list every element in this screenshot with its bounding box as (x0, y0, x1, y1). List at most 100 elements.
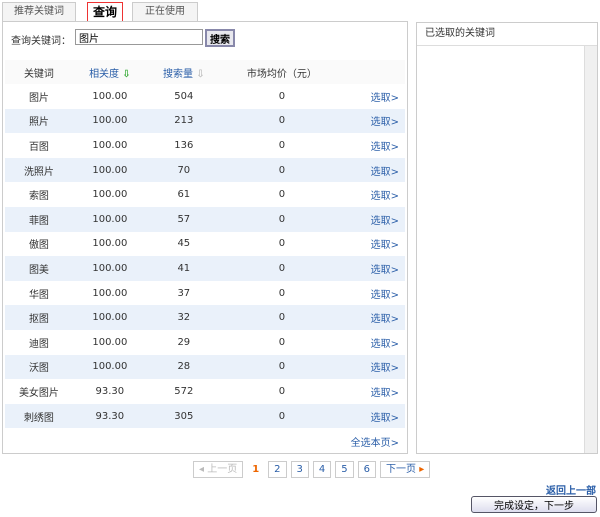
table-row: 图美 100.00 41 0 选取> (5, 256, 405, 281)
header-keyword: 关键词 (5, 60, 73, 84)
pagination: ◂ 上一页 1 2 3 4 5 6 下一页 ▸ (193, 461, 431, 478)
volume-cell: 61 (177, 189, 191, 201)
page-6[interactable]: 6 (357, 461, 377, 478)
pick-link[interactable]: 选取> (343, 232, 405, 257)
page-1: 1 (252, 464, 260, 475)
keyword-cell: 迪图 (28, 338, 49, 350)
volume-cell: 41 (146, 256, 221, 281)
pick-link[interactable]: 选取> (343, 157, 405, 183)
price-cell: 0 (278, 287, 286, 299)
keyword-cell: 抠图 (5, 305, 73, 330)
pick-link[interactable]: 选取> (343, 84, 405, 109)
pick-link[interactable]: 选取> (343, 330, 405, 355)
price-cell: 0 (278, 189, 286, 201)
tab-recommended-keywords[interactable]: 推荐关键词 (2, 2, 76, 21)
header-relevance[interactable]: 相关度 ⇩ (72, 60, 147, 84)
keyword-table: 关键词 相关度 ⇩ 搜索量 ⇩ 市场均价（元） 图片 100.00 504 0 选取> 照… (5, 60, 405, 429)
volume-cell: 57 (146, 206, 221, 232)
table-row: 傲图 100.00 45 0 选取> (5, 232, 405, 257)
keyword-cell: 百图 (28, 141, 49, 153)
keyword-cell: 华图 (28, 289, 49, 301)
selected-keywords-panel: 已选取的关键词 (416, 22, 598, 454)
relevance-cell: 100.00 (72, 305, 147, 330)
table-row: 照片 100.00 213 0 选取> (5, 108, 405, 134)
pick-link[interactable]: 选取> (343, 403, 405, 429)
table-row: 迪图 100.00 29 0 选取> (5, 330, 405, 355)
page-3[interactable]: 3 (290, 461, 309, 478)
keyword-cell: 照片 (5, 108, 73, 134)
relevance-cell: 100.00 (92, 238, 128, 250)
relevance-cell: 100.00 (92, 287, 128, 299)
relevance-cell: 100.00 (72, 256, 147, 281)
pick-link[interactable]: 选取> (343, 206, 405, 232)
prev-page-button[interactable]: ◂ 上一页 (193, 461, 244, 478)
volume-cell: 213 (146, 108, 221, 134)
keyword-cell: 菲图 (5, 206, 73, 232)
next-page-button[interactable]: 下一页 ▸ (380, 461, 431, 478)
volume-cell: 305 (146, 403, 221, 429)
table-row: 图片 100.00 504 0 选取> (5, 84, 405, 109)
relevance-cell: 100.00 (92, 336, 128, 348)
pick-link[interactable]: 选取> (343, 108, 405, 134)
volume-cell: 45 (177, 238, 191, 250)
pick-link[interactable]: 选取> (343, 354, 405, 380)
price-cell: 0 (278, 238, 286, 250)
volume-cell: 136 (174, 139, 194, 151)
pick-link[interactable]: 选取> (343, 256, 405, 281)
sort-down-icon: ⇩ (122, 68, 131, 80)
selected-keywords-title: 已选取的关键词 (417, 23, 597, 46)
relevance-cell: 93.30 (72, 403, 147, 429)
header-market-price: 市场均价（元） (220, 60, 343, 84)
price-cell: 0 (220, 108, 343, 134)
search-bar: 查询关键词： 搜索 (11, 29, 235, 47)
pick-link[interactable]: 选取> (343, 133, 405, 158)
keyword-cell: 美女图片 (18, 387, 59, 399)
pick-link[interactable]: 选取> (343, 281, 405, 306)
relevance-cell: 100.00 (72, 157, 147, 183)
header-search-volume[interactable]: 搜索量 ⇩ (146, 60, 221, 84)
price-cell: 0 (220, 256, 343, 281)
table-row: 洗照片 100.00 70 0 选取> (5, 157, 405, 183)
volume-cell: 29 (177, 336, 191, 348)
table-row: 沃图 100.00 28 0 选取> (5, 354, 405, 380)
keyword-cell: 图片 (28, 92, 49, 104)
keyword-cell: 洗照片 (5, 157, 73, 183)
tab-search[interactable]: 查询 (87, 2, 123, 22)
volume-cell: 37 (177, 287, 191, 299)
price-cell: 0 (278, 385, 286, 397)
relevance-cell: 100.00 (92, 90, 128, 102)
volume-cell: 32 (146, 305, 221, 330)
price-cell: 0 (220, 354, 343, 380)
relevance-cell: 100.00 (92, 139, 128, 151)
relevance-cell: 100.00 (72, 354, 147, 380)
scrollbar[interactable] (584, 46, 597, 453)
volume-cell: 70 (146, 157, 221, 183)
search-input[interactable] (75, 29, 203, 45)
table-row: 菲图 100.00 57 0 选取> (5, 206, 405, 232)
page-2[interactable]: 2 (268, 461, 287, 478)
search-button[interactable]: 搜索 (205, 29, 235, 47)
price-cell: 0 (278, 90, 286, 102)
volume-cell: 28 (146, 354, 221, 380)
table-row: 刺绣图 93.30 305 0 选取> (5, 403, 405, 429)
table-row: 华图 100.00 37 0 选取> (5, 281, 405, 306)
table-row: 抠图 100.00 32 0 选取> (5, 305, 405, 330)
table-row: 百图 100.00 136 0 选取> (5, 133, 405, 158)
price-cell: 0 (278, 139, 286, 151)
select-all-page-link[interactable]: 全选本页> (351, 434, 399, 449)
pick-link[interactable]: 选取> (343, 182, 405, 207)
price-cell: 0 (220, 403, 343, 429)
page-5[interactable]: 5 (335, 461, 354, 478)
back-link[interactable]: 返回上一部 (546, 482, 596, 497)
relevance-cell: 100.00 (92, 189, 128, 201)
search-label: 查询关键词： (11, 36, 71, 47)
pick-link[interactable]: 选取> (343, 379, 405, 404)
volume-cell: 572 (174, 385, 194, 397)
keyword-cell: 刺绣图 (5, 403, 73, 429)
page-4[interactable]: 4 (312, 461, 332, 478)
price-cell: 0 (220, 305, 343, 330)
pick-link[interactable]: 选取> (343, 305, 405, 330)
table-row: 索图 100.00 61 0 选取> (5, 182, 405, 207)
tab-in-use[interactable]: 正在使用 (132, 2, 198, 21)
finish-next-button[interactable]: 完成设定，下一步 (471, 496, 597, 513)
